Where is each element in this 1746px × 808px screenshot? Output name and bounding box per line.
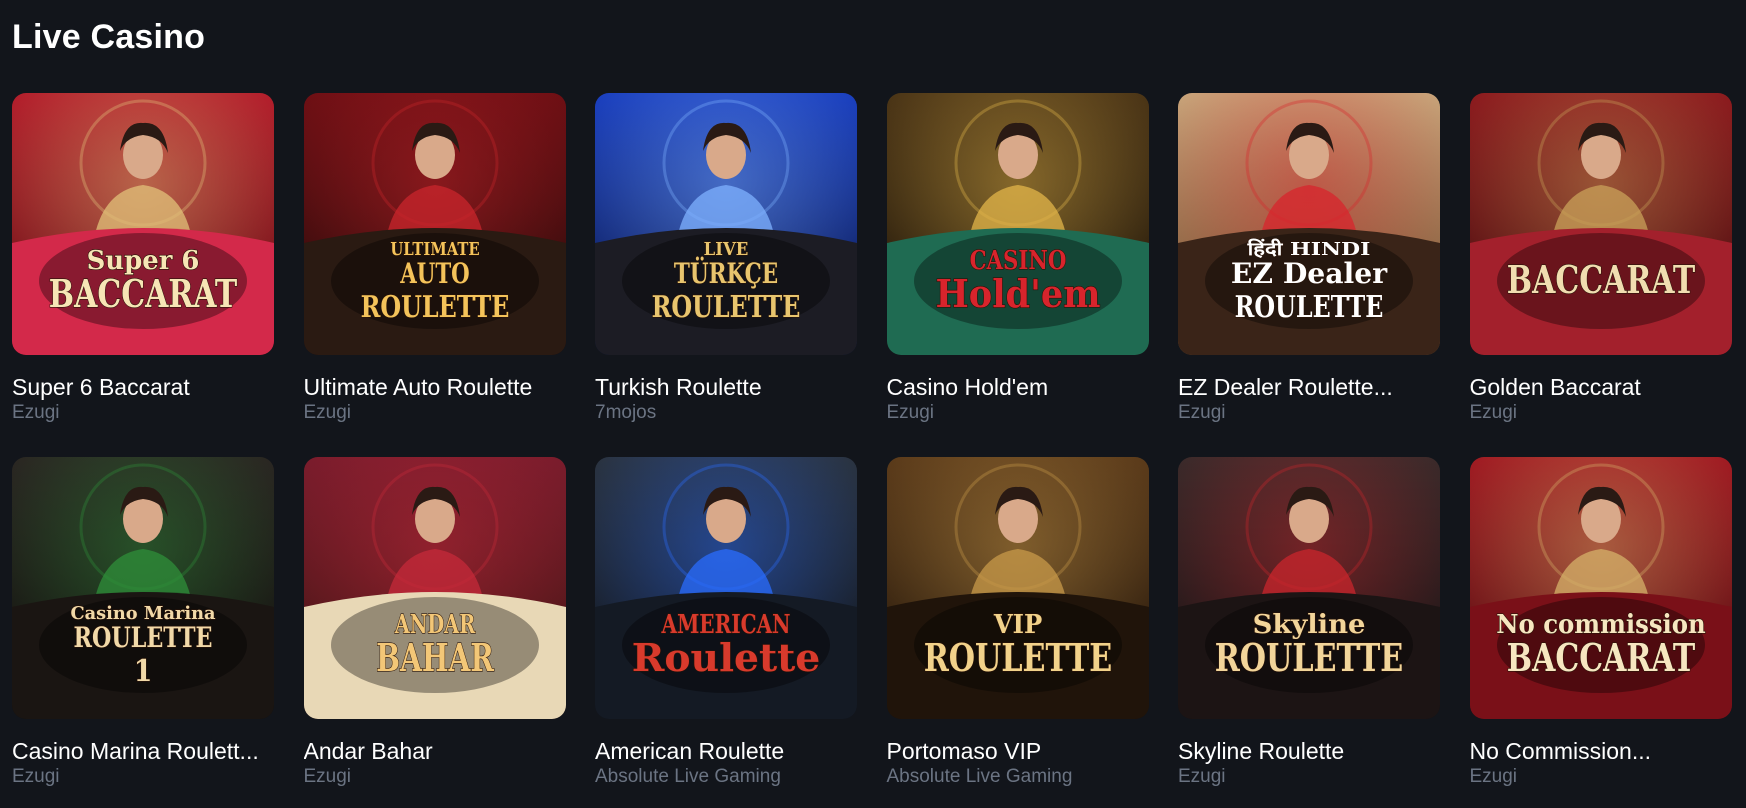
game-logo: SkylineROULETTE [1205, 597, 1413, 693]
svg-text:BACCARAT: BACCARAT [1506, 635, 1694, 680]
game-provider: Ezugi [303, 402, 352, 423]
game-artwork: हिंदी HINDIEZ DealerROULETTE [1178, 93, 1440, 355]
svg-text:EZ Dealer: EZ Dealer [1231, 257, 1388, 290]
game-provider: Ezugi [12, 766, 60, 787]
svg-text:BAHAR: BAHAR [376, 635, 494, 680]
game-artwork: LIVETÜRKÇEROULETTE [595, 93, 857, 355]
game-artwork: No commissionBACCARAT [1469, 457, 1732, 719]
svg-text:1: 1 [134, 654, 153, 689]
svg-text:ROULETTE: ROULETTE [652, 290, 801, 325]
game-provider: Ezugi [1178, 402, 1226, 423]
game-thumbnail[interactable]: हिंदी HINDI EZ Dealer ROULETTE [1178, 93, 1440, 355]
game-thumbnail[interactable]: Skyline ROULETTE [1178, 457, 1440, 719]
game-artwork: ANDARBAHAR [303, 457, 566, 719]
game-name[interactable]: Casino Marina Roulett... [12, 737, 274, 765]
game-provider: 7mojos [595, 402, 657, 423]
game-name[interactable]: Turkish Roulette [595, 373, 857, 401]
game-artwork: SkylineROULETTE [1178, 457, 1440, 719]
game-thumbnail[interactable]: AMERICAN Roulette [595, 457, 857, 719]
game-grid: Super 6 BACCARAT Super 6 Baccarat Ezugi ULTI… [12, 93, 1732, 808]
game-card[interactable]: AMERICAN Roulette American Roulette Absolut… [595, 457, 857, 808]
game-artwork: Super 6BACCARAT [12, 93, 274, 355]
game-provider: Ezugi [886, 402, 935, 423]
game-artwork: BACCARAT [1469, 93, 1732, 355]
svg-text:TÜRKÇE: TÜRKÇE [674, 256, 778, 290]
game-provider: Absolute Live Gaming [595, 766, 781, 787]
game-thumbnail[interactable]: Super 6 BACCARAT [12, 93, 274, 355]
section-title: Live Casino [12, 18, 206, 56]
game-artwork: ULTIMATEAUTOROULETTE [303, 93, 566, 355]
live-casino-section: Live Casino Super 6 BACCARAT Super 6 Bacca… [0, 0, 1746, 808]
game-name[interactable]: Ultimate Auto Roulette [304, 373, 566, 401]
game-artwork: AMERICANRoulette [595, 457, 857, 719]
game-card[interactable]: CASINO Hold'em Casino Hold'em Ezugi [886, 93, 1149, 457]
game-artwork: Casino MarinaROULETTE1 [12, 457, 274, 719]
game-name[interactable]: EZ Dealer Roulette... [1178, 373, 1440, 401]
game-thumbnail[interactable]: ULTIMATE AUTO ROULETTE [303, 93, 566, 355]
game-provider: Ezugi [1178, 766, 1226, 787]
game-thumbnail[interactable]: Casino Marina ROULETTE 1 [12, 457, 274, 719]
game-logo: No commissionBACCARAT [1495, 597, 1706, 693]
svg-text:BACCARAT: BACCARAT [49, 271, 237, 316]
game-logo: BACCARAT [1496, 233, 1705, 329]
game-logo: Super 6BACCARAT [39, 233, 247, 329]
game-name[interactable]: Super 6 Baccarat [12, 373, 274, 401]
game-provider: Ezugi [1469, 766, 1518, 787]
game-card[interactable]: हिंदी HINDI EZ Dealer ROULETTE EZ Dealer Ro… [1178, 93, 1440, 457]
svg-text:ROULETTE: ROULETTE [1235, 290, 1384, 325]
game-card[interactable]: LIVE TÜRKÇE ROULETTE Turkish Roulette 7mojos [595, 93, 857, 457]
game-thumbnail[interactable]: CASINO Hold'em [886, 93, 1149, 355]
game-card[interactable]: ANDAR BAHAR Andar Bahar Ezugi [303, 457, 566, 808]
svg-text:AUTO: AUTO [399, 257, 469, 290]
game-name[interactable]: Golden Baccarat [1470, 373, 1732, 401]
game-name[interactable]: No Commission... [1470, 737, 1732, 765]
svg-text:ROULETTE: ROULETTE [923, 635, 1111, 680]
game-logo: ANDARBAHAR [330, 597, 539, 693]
svg-text:BACCARAT: BACCARAT [1506, 257, 1694, 302]
svg-text:ROULETTE: ROULETTE [74, 621, 213, 654]
game-provider: Absolute Live Gaming [886, 766, 1073, 787]
game-logo: CASINOHold'em [913, 233, 1122, 329]
game-card[interactable]: ULTIMATE AUTO ROULETTE Ultimate Auto Roulet… [303, 93, 566, 457]
game-thumbnail[interactable]: BACCARAT [1469, 93, 1732, 355]
game-thumbnail[interactable]: No commission BACCARAT [1469, 457, 1732, 719]
game-logo: LIVETÜRKÇEROULETTE [622, 233, 830, 329]
game-thumbnail[interactable]: LIVE TÜRKÇE ROULETTE [595, 93, 857, 355]
game-card[interactable]: No commission BACCARAT No Commission... Ezu… [1469, 457, 1732, 808]
game-logo: AMERICANRoulette [622, 597, 830, 693]
game-card[interactable]: Super 6 BACCARAT Super 6 Baccarat Ezugi [12, 93, 274, 457]
game-logo: हिंदी HINDIEZ DealerROULETTE [1205, 233, 1413, 329]
game-logo: Casino MarinaROULETTE1 [39, 597, 247, 693]
game-provider: Ezugi [303, 766, 352, 787]
game-thumbnail[interactable]: ANDAR BAHAR [303, 457, 566, 719]
game-name[interactable]: Casino Hold'em [887, 373, 1149, 401]
game-card[interactable]: Casino Marina ROULETTE 1 Casino Marina Roul… [12, 457, 274, 808]
svg-text:Roulette: Roulette [632, 635, 820, 680]
game-logo: VIPROULETTE [913, 597, 1122, 693]
game-provider: Ezugi [12, 402, 60, 423]
svg-text:Hold'em: Hold'em [935, 271, 1100, 316]
svg-text:ROULETTE: ROULETTE [1215, 635, 1403, 680]
game-name[interactable]: American Roulette [595, 737, 857, 765]
game-card[interactable]: VIP ROULETTE Portomaso VIP Absolute Live Ga… [886, 457, 1149, 808]
game-card[interactable]: Skyline ROULETTE Skyline Roulette Ezugi [1178, 457, 1440, 808]
game-card[interactable]: BACCARAT Golden Baccarat Ezugi [1469, 93, 1732, 457]
game-thumbnail[interactable]: VIP ROULETTE [886, 457, 1149, 719]
game-name[interactable]: Portomaso VIP [887, 737, 1149, 765]
game-provider: Ezugi [1469, 402, 1518, 423]
game-name[interactable]: Skyline Roulette [1178, 737, 1440, 765]
game-artwork: CASINOHold'em [886, 93, 1149, 355]
game-name[interactable]: Andar Bahar [304, 737, 566, 765]
svg-text:ROULETTE: ROULETTE [360, 290, 509, 325]
game-artwork: VIPROULETTE [886, 457, 1149, 719]
game-logo: ULTIMATEAUTOROULETTE [330, 233, 539, 329]
